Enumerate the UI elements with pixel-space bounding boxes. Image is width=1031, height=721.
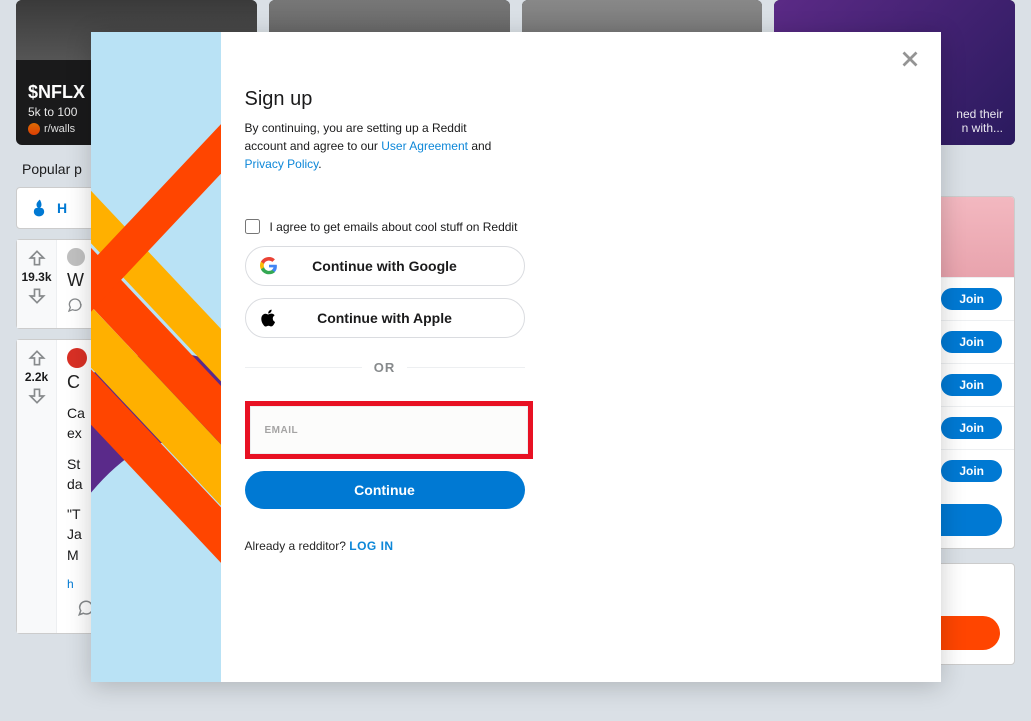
- email-consent-checkbox[interactable]: [245, 219, 260, 234]
- modal-overlay: Sign up By continuing, you are setting u…: [0, 0, 1031, 721]
- already-member-text: Already a redditor? LOG IN: [245, 539, 917, 553]
- close-icon[interactable]: [897, 46, 923, 72]
- apple-icon: [260, 309, 278, 327]
- continue-apple-button[interactable]: Continue with Apple: [245, 298, 525, 338]
- continue-button[interactable]: Continue: [245, 471, 525, 509]
- modal-art-panel: [91, 32, 221, 682]
- signup-description: By continuing, you are setting up a Redd…: [245, 119, 505, 173]
- email-field[interactable]: [250, 406, 528, 454]
- google-button-label: Continue with Google: [246, 258, 524, 274]
- or-divider: OR: [245, 360, 525, 375]
- email-input-highlight: [245, 401, 533, 459]
- continue-google-button[interactable]: Continue with Google: [245, 246, 525, 286]
- email-consent-label: I agree to get emails about cool stuff o…: [270, 220, 518, 234]
- privacy-policy-link[interactable]: Privacy Policy: [245, 157, 319, 171]
- google-icon: [260, 257, 278, 275]
- apple-button-label: Continue with Apple: [246, 310, 524, 326]
- signup-modal: Sign up By continuing, you are setting u…: [91, 32, 941, 682]
- signup-title: Sign up: [245, 88, 917, 111]
- user-agreement-link[interactable]: User Agreement: [381, 139, 468, 153]
- email-consent-row[interactable]: I agree to get emails about cool stuff o…: [245, 219, 917, 234]
- login-link[interactable]: LOG IN: [349, 539, 393, 553]
